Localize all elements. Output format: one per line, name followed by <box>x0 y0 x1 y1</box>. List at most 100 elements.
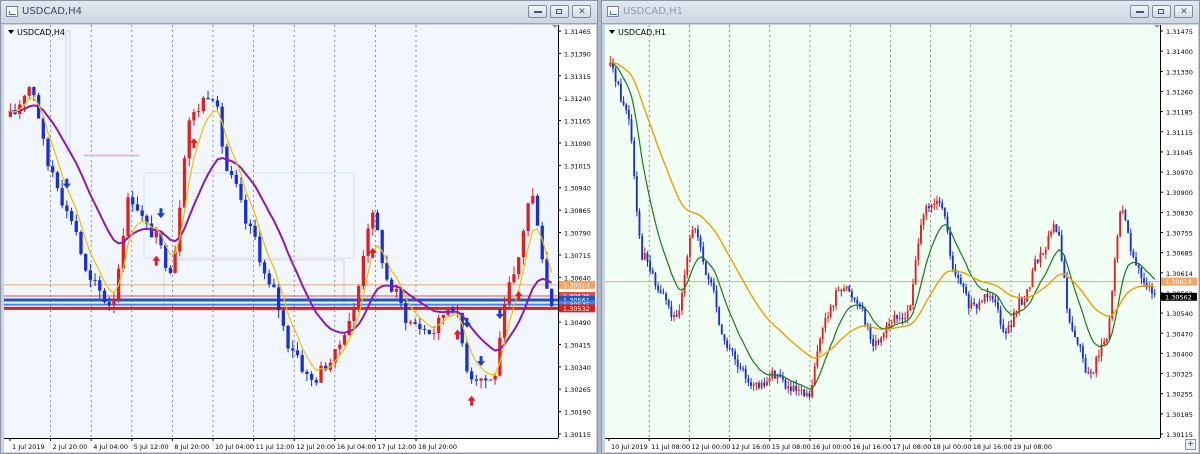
candle-body <box>474 379 478 381</box>
time-tick-label: 19 Jul 08:00 <box>1013 443 1052 451</box>
price-tick-label: 1.30715 <box>564 252 591 260</box>
candle-body <box>872 339 875 347</box>
chart-symbol-label: USDCAD,H1 <box>609 28 666 37</box>
candle-body <box>51 166 55 173</box>
candle-body <box>957 274 960 279</box>
candle-body <box>726 340 729 348</box>
close-button[interactable]: ✕ <box>1174 5 1193 18</box>
price-tick-label: 1.31185 <box>1166 109 1193 117</box>
candle-body <box>949 231 952 256</box>
candle-body <box>688 237 691 257</box>
candle-body <box>46 138 50 167</box>
window-titlebar[interactable]: USDCAD,H1 ✕ <box>602 1 1199 24</box>
candle-body <box>168 267 173 274</box>
price-tick-label: 1.31465 <box>564 28 591 36</box>
candle-body <box>627 110 630 120</box>
candle-body <box>651 270 654 274</box>
candle-body <box>187 120 191 159</box>
candle-body <box>662 292 665 294</box>
candle-body <box>667 300 670 307</box>
h4-chart-svg[interactable]: 1.31465 1.31390 1.31315 1.31240 1.31165 1.310… <box>4 25 596 452</box>
minimize-icon <box>1136 11 1144 13</box>
candle-body <box>1113 259 1116 292</box>
candle-body <box>813 366 816 386</box>
candle-body <box>646 252 649 262</box>
candle-body <box>731 349 734 352</box>
candle-body <box>507 282 511 304</box>
candle-body <box>763 382 766 386</box>
minimize-button[interactable] <box>1130 5 1149 18</box>
candle-body <box>819 338 821 352</box>
candle-body <box>512 274 516 283</box>
maximize-button[interactable] <box>550 5 569 18</box>
candle-body <box>614 68 617 82</box>
time-tick-label: 18 Jul 20:00 <box>418 443 457 451</box>
candle-body <box>951 255 954 270</box>
candle-body <box>906 310 909 319</box>
candle-body <box>734 351 736 360</box>
candle-body <box>244 199 248 224</box>
candle-body <box>55 172 60 189</box>
price-tick-label: 1.30190 <box>564 409 591 417</box>
price-tick-label: 1.31240 <box>564 95 591 103</box>
candle-body <box>744 368 747 379</box>
candle-body <box>707 275 710 280</box>
chart-window-icon <box>607 6 619 17</box>
candle-body <box>712 282 715 291</box>
candle-body <box>206 97 210 100</box>
candle-body <box>696 229 699 238</box>
candle-body <box>935 200 938 204</box>
candle-body <box>967 293 970 309</box>
minimize-button[interactable] <box>528 5 547 18</box>
chart-plot-area[interactable]: 1.31475 1.31400 1.31330 1.31260 1.31185 1.311… <box>605 25 1198 452</box>
chart-window-h4[interactable]: USDCAD,H4 ✕ 1.31465 1.31390 1.31315 1.31240… <box>0 0 598 454</box>
price-tick-label: 1.30325 <box>1166 371 1193 379</box>
h1-chart-svg[interactable]: 1.31475 1.31400 1.31330 1.31260 1.31185 1.311… <box>605 25 1198 452</box>
window-titlebar[interactable]: USDCAD,H4 ✕ <box>1 1 597 24</box>
candle-body <box>427 329 431 335</box>
candle-body <box>1068 309 1071 323</box>
candle-body <box>1004 331 1007 334</box>
candle-body <box>670 306 673 318</box>
candle-body <box>665 293 667 301</box>
candle-body <box>723 334 726 341</box>
chart-resize-handle[interactable]: + <box>1185 439 1196 450</box>
close-button[interactable]: ✕ <box>572 5 591 18</box>
candle-body <box>760 382 763 388</box>
candle-body <box>954 269 957 275</box>
candle-body <box>909 305 912 311</box>
candle-body <box>747 378 750 383</box>
candle-body <box>896 315 898 319</box>
candle-body <box>699 237 702 247</box>
candle-body <box>986 294 989 298</box>
maximize-button[interactable] <box>1152 5 1171 18</box>
candle-body <box>380 230 384 264</box>
candle-body <box>1060 235 1063 262</box>
candle-body <box>1039 253 1042 263</box>
candle-body <box>479 378 483 381</box>
candle-body <box>856 299 859 304</box>
price-tick-label: 1.31330 <box>1166 68 1193 76</box>
price-tick-label: 1.30185 <box>1166 411 1193 419</box>
candle-body <box>1153 293 1156 295</box>
price-tick-label: 1.30490 <box>564 319 591 327</box>
candle-body <box>850 291 853 298</box>
candle-body <box>366 228 370 256</box>
window-title: USDCAD,H1 <box>623 6 683 17</box>
price-tick-label: 1.30265 <box>564 386 591 394</box>
candle-body <box>338 344 342 350</box>
candle-body <box>686 256 689 275</box>
price-tick-label: 1.31390 <box>564 50 591 58</box>
chart-window-h1[interactable]: USDCAD,H1 ✕ 1.31475 1.31400 1.31330 1.31260… <box>601 0 1200 454</box>
close-icon: ✕ <box>578 7 586 17</box>
time-tick-label: 16 Jul 04:00 <box>337 443 376 451</box>
candle-body <box>835 290 837 307</box>
candle-body <box>816 351 819 367</box>
candle-body <box>291 348 295 351</box>
candle-body <box>975 303 978 309</box>
chart-plot-area[interactable]: 1.31465 1.31390 1.31315 1.31240 1.31165 1.310… <box>4 25 596 452</box>
candle-body <box>630 119 633 142</box>
candle-body <box>991 296 994 300</box>
candle-body <box>641 236 644 260</box>
candle-body <box>300 355 304 372</box>
